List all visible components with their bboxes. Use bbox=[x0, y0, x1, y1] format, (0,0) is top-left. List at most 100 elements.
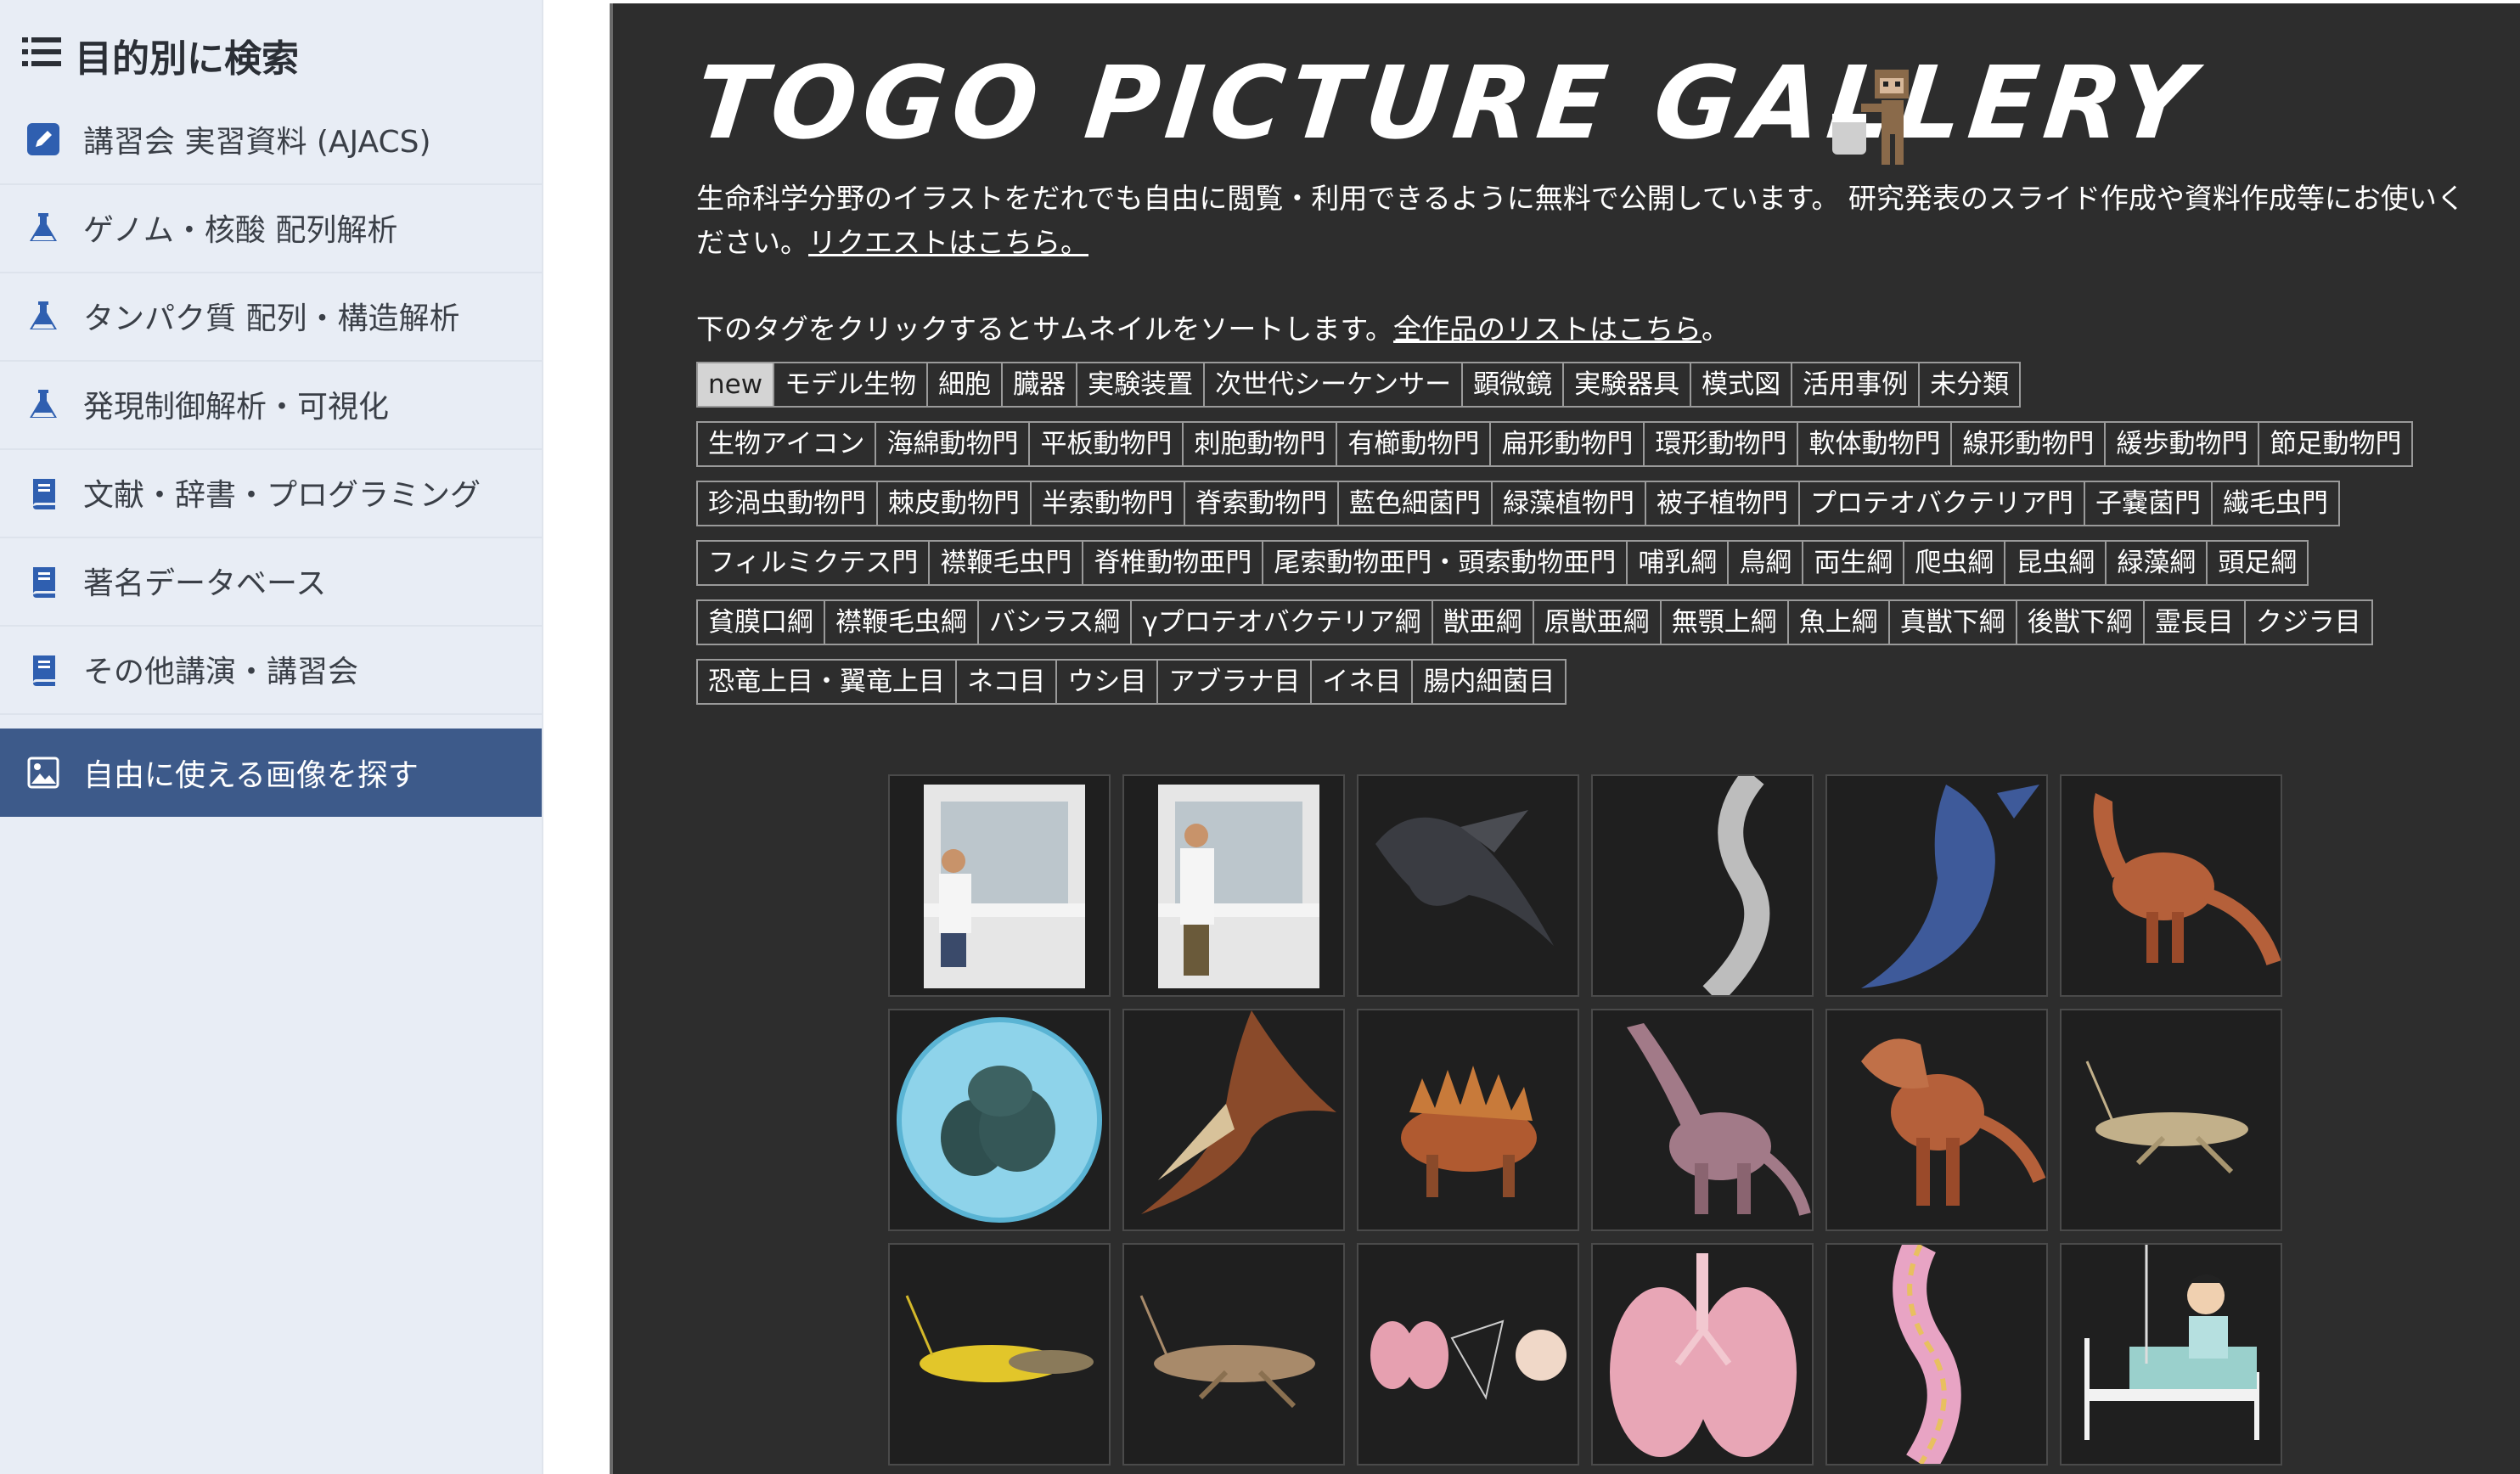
tag-button[interactable]: 原獣亜綱 bbox=[1533, 601, 1662, 644]
tag-button[interactable]: プロテオバクテリア門 bbox=[1800, 482, 2085, 525]
tag-button[interactable]: 腸内細菌目 bbox=[1413, 661, 1566, 703]
thumbnail-nematode-worm[interactable] bbox=[1591, 774, 1814, 997]
tag-button[interactable]: イネ目 bbox=[1312, 661, 1414, 703]
tag-button[interactable]: 海綿動物門 bbox=[876, 423, 1031, 465]
thumbnail-sauropod[interactable] bbox=[1591, 1009, 1814, 1231]
tag-button[interactable]: 珍渦虫動物門 bbox=[698, 482, 878, 525]
tag-button[interactable]: 有櫛動物門 bbox=[1337, 423, 1492, 465]
sauropod-icon bbox=[1627, 1023, 1811, 1216]
tag-button[interactable]: 被子植物門 bbox=[1646, 482, 1800, 525]
sidebar-item-protein[interactable]: タンパク質 配列・構造解析 bbox=[0, 272, 542, 362]
tag-button[interactable]: 襟鞭毛虫綱 bbox=[825, 601, 979, 644]
monkey-mascot-icon bbox=[1827, 63, 1929, 177]
tag-button[interactable]: 昆虫綱 bbox=[2005, 542, 2107, 584]
thumbnail-intestine-villi[interactable] bbox=[1825, 1243, 2048, 1466]
tag-button[interactable]: 尾索動物亜門・頭索動物亜門 bbox=[1263, 542, 1628, 584]
tag-button[interactable]: 繊毛虫門 bbox=[2213, 482, 2338, 525]
tag-button[interactable]: 哺乳綱 bbox=[1628, 542, 1730, 584]
request-link[interactable]: リクエストはこちら。 bbox=[808, 226, 1088, 259]
thumbnail-locust-yellow[interactable] bbox=[888, 1243, 1111, 1466]
tag-button[interactable]: 次世代シーケンサー bbox=[1205, 363, 1464, 406]
tag-button[interactable]: 模式図 bbox=[1691, 363, 1793, 406]
thumbnail-clean-bench-worker-seated[interactable] bbox=[888, 774, 1111, 997]
thumbnail-tyrannosaurus[interactable] bbox=[1825, 1009, 2048, 1231]
thumbnail-locust[interactable] bbox=[2060, 1009, 2282, 1231]
locust-brown-icon bbox=[1139, 1295, 1315, 1409]
tag-button[interactable]: 細胞 bbox=[928, 363, 1004, 406]
book-icon bbox=[25, 475, 61, 510]
tag-button[interactable]: 藍色細菌門 bbox=[1339, 482, 1493, 525]
sidebar-item-literature[interactable]: 文献・辞書・プログラミング bbox=[0, 448, 542, 538]
thumbnail-locust-brown[interactable] bbox=[1122, 1243, 1345, 1466]
tag-button[interactable]: 節足動物門 bbox=[2259, 423, 2412, 465]
thumbnail-theropod-dinosaur[interactable] bbox=[2060, 774, 2282, 997]
tag-button[interactable]: 緑藻植物門 bbox=[1493, 482, 1646, 525]
sidebar-item-label: タンパク質 配列・構造解析 bbox=[83, 301, 460, 336]
tag-button[interactable]: 後獣下綱 bbox=[2017, 601, 2145, 644]
sidebar-item-databases[interactable]: 著名データベース bbox=[0, 537, 542, 627]
sidebar-item-expression[interactable]: 発現制御解析・可視化 bbox=[0, 360, 542, 450]
tag-button[interactable]: アブラナ目 bbox=[1158, 661, 1313, 703]
thumbnail-lungs[interactable] bbox=[1591, 1243, 1814, 1466]
tag-button[interactable]: モデル生物 bbox=[774, 363, 929, 406]
tag-button[interactable]: ネコ目 bbox=[957, 661, 1058, 703]
all-works-link[interactable]: 全作品のリストはこちら bbox=[1393, 312, 1702, 346]
tag-button[interactable]: 生物アイコン bbox=[698, 423, 877, 465]
tag-button[interactable]: 実験装置 bbox=[1077, 363, 1206, 406]
tag-button[interactable]: new bbox=[698, 363, 775, 406]
sidebar-item-images[interactable]: 自由に使える画像を探す bbox=[0, 729, 542, 817]
book-icon bbox=[25, 563, 61, 599]
tag-button[interactable]: 半索動物門 bbox=[1032, 482, 1185, 525]
tag-button[interactable]: 平板動物門 bbox=[1030, 423, 1184, 465]
tag-button[interactable]: 子嚢菌門 bbox=[2085, 482, 2213, 525]
thumbnail-lungs-alveoli-diagram[interactable] bbox=[1357, 1243, 1579, 1466]
tag-button[interactable]: 獣亜綱 bbox=[1432, 601, 1534, 644]
tag-button[interactable]: 未分類 bbox=[1920, 363, 2020, 406]
tag-button[interactable]: 脊椎動物亜門 bbox=[1083, 542, 1264, 584]
thumbnail-clean-bench-worker-standing[interactable] bbox=[1122, 774, 1345, 997]
tag-button[interactable]: フィルミクテス門 bbox=[698, 542, 931, 584]
sidebar-item-ajacs[interactable]: 講習会 実習資料 (AJACS) bbox=[0, 95, 542, 185]
thumbnail-pterosaur[interactable] bbox=[1122, 1009, 1345, 1231]
tag-button[interactable]: 霊長目 bbox=[2144, 601, 2246, 644]
thumbnail-cell-colony-sphere[interactable] bbox=[888, 1009, 1111, 1231]
tag-button[interactable]: 両生綱 bbox=[1803, 542, 1905, 584]
tag-button[interactable]: 無顎上綱 bbox=[1661, 601, 1789, 644]
tag-button[interactable]: 頭足綱 bbox=[2208, 542, 2308, 584]
tag-button[interactable]: 軟体動物門 bbox=[1798, 423, 1953, 465]
sidebar-item-lectures[interactable]: その他講演・講習会 bbox=[0, 625, 542, 715]
tag-button[interactable]: 線形動物門 bbox=[1952, 423, 2107, 465]
sidebar-item-label: ゲノム・核酸 配列解析 bbox=[83, 213, 398, 248]
gallery-panel: TOGO PICTURE GALLERY 生命科学分野のイラストをだれでも自由に… bbox=[610, 3, 2520, 1474]
thumbnail-hospital-patient[interactable] bbox=[2060, 1243, 2282, 1466]
thumbnail-grid bbox=[888, 774, 2282, 1466]
tag-button[interactable]: 襟鞭毛虫門 bbox=[930, 542, 1084, 584]
tag-button[interactable]: 扁形動物門 bbox=[1491, 423, 1645, 465]
sidebar-item-genome[interactable]: ゲノム・核酸 配列解析 bbox=[0, 183, 542, 273]
tag-button[interactable]: クジラ目 bbox=[2245, 601, 2371, 644]
tag-button[interactable]: ウシ目 bbox=[1057, 661, 1159, 703]
tag-button[interactable]: 緑藻綱 bbox=[2107, 542, 2208, 584]
thumbnail-feathered-dinosaur[interactable] bbox=[1357, 774, 1579, 997]
tag-button[interactable]: 刺胞動物門 bbox=[1184, 423, 1338, 465]
thumbnail-stegosaurus[interactable] bbox=[1357, 1009, 1579, 1231]
thumbnail-ichthyosaur[interactable] bbox=[1825, 774, 2048, 997]
tag-button[interactable]: 真獣下綱 bbox=[1889, 601, 2017, 644]
tag-button[interactable]: 貧膜口綱 bbox=[698, 601, 825, 644]
tag-button[interactable]: 魚上綱 bbox=[1788, 601, 1890, 644]
tag-row: フィルミクテス門 襟鞭毛虫門 脊椎動物亜門 尾索動物亜門・頭索動物亜門 哺乳綱 鳥綱 両生綱… bbox=[696, 540, 2309, 586]
tag-button[interactable]: 臓器 bbox=[1003, 363, 1078, 406]
tag-button[interactable]: 環形動物門 bbox=[1645, 423, 1799, 465]
tag-button[interactable]: 顕微鏡 bbox=[1463, 363, 1565, 406]
tag-button[interactable]: 恐竜上目・翼竜上目 bbox=[698, 661, 957, 703]
tag-button[interactable]: 棘皮動物門 bbox=[878, 482, 1032, 525]
lungs-alveoli-diagram-icon bbox=[1370, 1319, 1567, 1400]
tag-button[interactable]: バシラス綱 bbox=[979, 601, 1133, 644]
tag-button[interactable]: γプロテオバクテリア綱 bbox=[1132, 601, 1433, 644]
tag-button[interactable]: 実験器具 bbox=[1564, 363, 1692, 406]
tag-button[interactable]: 脊索動物門 bbox=[1185, 482, 1339, 525]
tag-button[interactable]: 活用事例 bbox=[1792, 363, 1921, 406]
tag-button[interactable]: 緩歩動物門 bbox=[2106, 423, 2260, 465]
tag-button[interactable]: 鳥綱 bbox=[1729, 542, 1804, 584]
tag-button[interactable]: 爬虫綱 bbox=[1904, 542, 2006, 584]
